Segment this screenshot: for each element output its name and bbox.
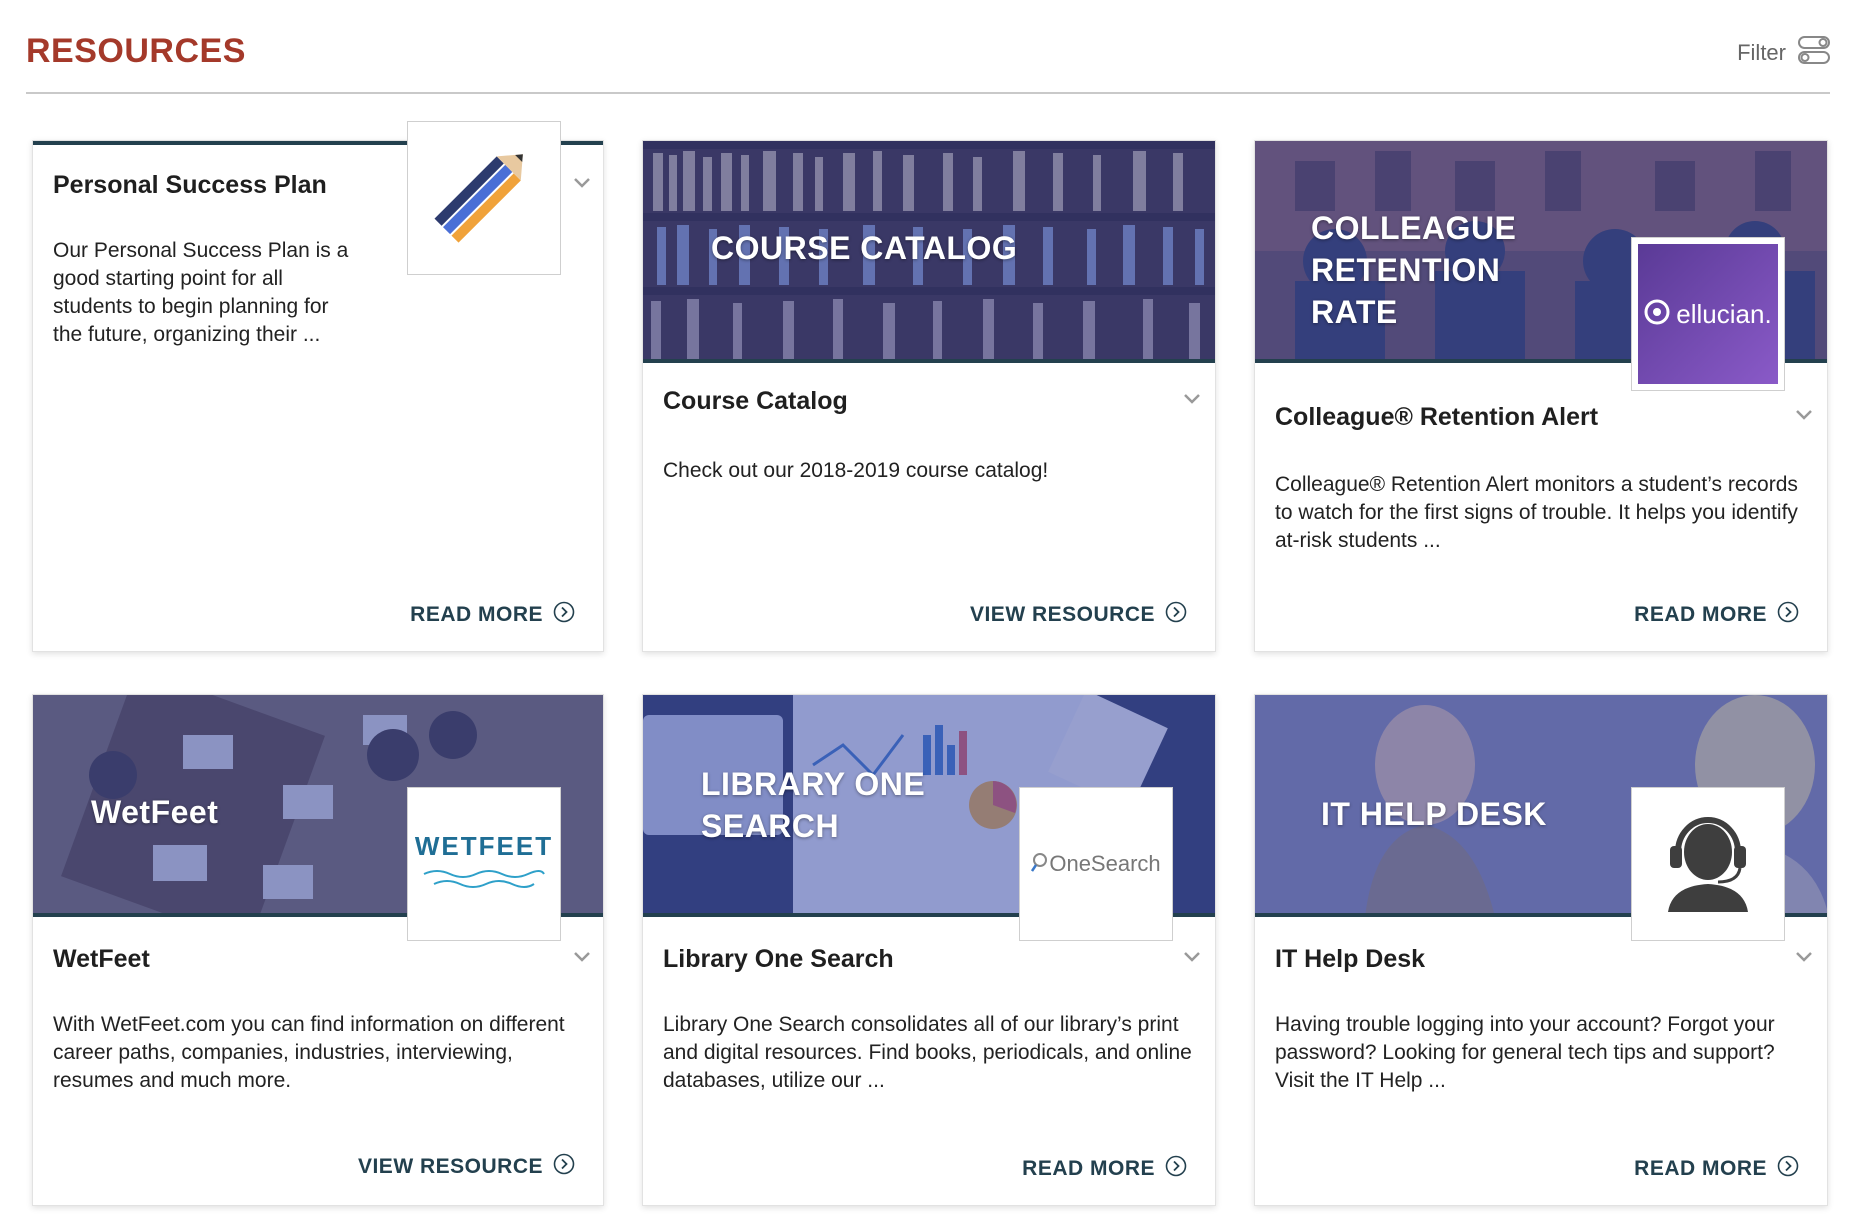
arrow-circle-icon: [553, 601, 575, 629]
card-title: IT Help Desk: [1275, 945, 1426, 973]
page-header: RESOURCES Filter: [26, 26, 1830, 94]
onesearch-logo-text: OneSearch: [1049, 851, 1161, 876]
arrow-circle-icon: [1777, 601, 1799, 629]
card-description: Check out our 2018-2019 course catalog!: [663, 459, 1049, 482]
resources-page: RESOURCES Filter Personal Success Plan O…: [0, 0, 1854, 1220]
chevron-down-icon[interactable]: [1793, 945, 1815, 967]
action-label: READ MORE: [1634, 603, 1767, 626]
action-label: READ MORE: [1022, 1157, 1155, 1180]
action-label: READ MORE: [410, 603, 543, 626]
view-resource-link[interactable]: VIEW RESOURCE: [970, 601, 1187, 629]
magnifier-icon: [1031, 852, 1049, 877]
page-title: RESOURCES: [26, 32, 246, 70]
arrow-circle-icon: [1165, 1155, 1187, 1183]
filter-button[interactable]: Filter: [1737, 36, 1830, 69]
resource-card-it-help-desk[interactable]: IT HELP DESK IT Help Desk Having trouble…: [1254, 694, 1828, 1206]
toggle-filter-icon: [1798, 36, 1830, 69]
resource-card-retention-alert[interactable]: COLLEAGUE RETENTION RATE ellucian. Colle…: [1254, 140, 1828, 652]
ellucian-logo: ellucian.: [1631, 237, 1785, 391]
ellucian-logo-text: ellucian.: [1676, 298, 1772, 329]
arrow-circle-icon: [1777, 1155, 1799, 1183]
action-label: VIEW RESOURCE: [969, 603, 1155, 626]
banner-title: WetFeet: [91, 794, 219, 830]
banner-title: COURSE CATALOG: [711, 230, 1018, 266]
resource-card-course-catalog[interactable]: COURSE CATALOG Course Catalog Check out …: [642, 140, 1216, 652]
resource-card-wetfeet[interactable]: WetFeet WETFEET WetFeet With WetFeet.com…: [32, 694, 604, 1206]
read-more-link[interactable]: READ MORE: [1022, 1155, 1187, 1183]
chevron-down-icon[interactable]: [571, 945, 593, 967]
chevron-down-icon[interactable]: [1793, 403, 1815, 425]
wetfeet-logo-text: WETFEET: [414, 831, 554, 861]
card-title: Course Catalog: [663, 387, 848, 415]
chevron-down-icon[interactable]: [1181, 387, 1203, 409]
banner-title: LIBRARY ONE SEARCH: [701, 766, 926, 844]
read-more-link[interactable]: READ MORE: [1634, 1155, 1799, 1183]
card-description: Having trouble logging into your account…: [1275, 1013, 1775, 1092]
card-description: Library One Search consolidates all of o…: [663, 1013, 1192, 1092]
banner-title: IT HELP DESK: [1321, 796, 1547, 832]
onesearch-logo: OneSearch: [1019, 787, 1173, 941]
filter-label: Filter: [1737, 39, 1786, 65]
ellucian-mark-icon: [1644, 299, 1670, 330]
chevron-down-icon[interactable]: [571, 171, 593, 193]
card-description: With WetFeet.com you can find informatio…: [53, 1013, 565, 1092]
headset-support-icon: [1660, 812, 1756, 917]
action-label: VIEW RESOURCE: [357, 1155, 543, 1178]
resource-card-personal-success-plan[interactable]: Personal Success Plan Our Personal Succe…: [32, 121, 604, 652]
card-title: Personal Success Plan: [53, 171, 327, 199]
action-label: READ MORE: [1634, 1157, 1767, 1180]
arrow-circle-icon: [1165, 601, 1187, 629]
help-desk-logo: [1631, 787, 1785, 941]
wetfeet-logo: WETFEET: [407, 787, 561, 941]
card-title: Colleague® Retention Alert: [1275, 403, 1599, 431]
arrow-circle-icon: [553, 1153, 575, 1181]
view-resource-link[interactable]: VIEW RESOURCE: [358, 1153, 575, 1181]
resource-card-library-one-search[interactable]: LIBRARY ONE SEARCH OneSearch Library One…: [642, 694, 1216, 1206]
read-more-link[interactable]: READ MORE: [410, 601, 575, 629]
card-title: Library One Search: [663, 945, 894, 973]
card-description: Our Personal Success Plan is a good star…: [53, 239, 349, 346]
read-more-link[interactable]: READ MORE: [1634, 601, 1799, 629]
card-title: WetFeet: [53, 945, 150, 973]
banner-title: COLLEAGUE RETENTION RATE: [1311, 210, 1517, 330]
bookshelf-banner: COURSE CATALOG: [643, 141, 1215, 363]
card-description: Colleague® Retention Alert monitors a st…: [1275, 473, 1798, 552]
waves-icon: [419, 866, 549, 897]
chevron-down-icon[interactable]: [1181, 945, 1203, 967]
